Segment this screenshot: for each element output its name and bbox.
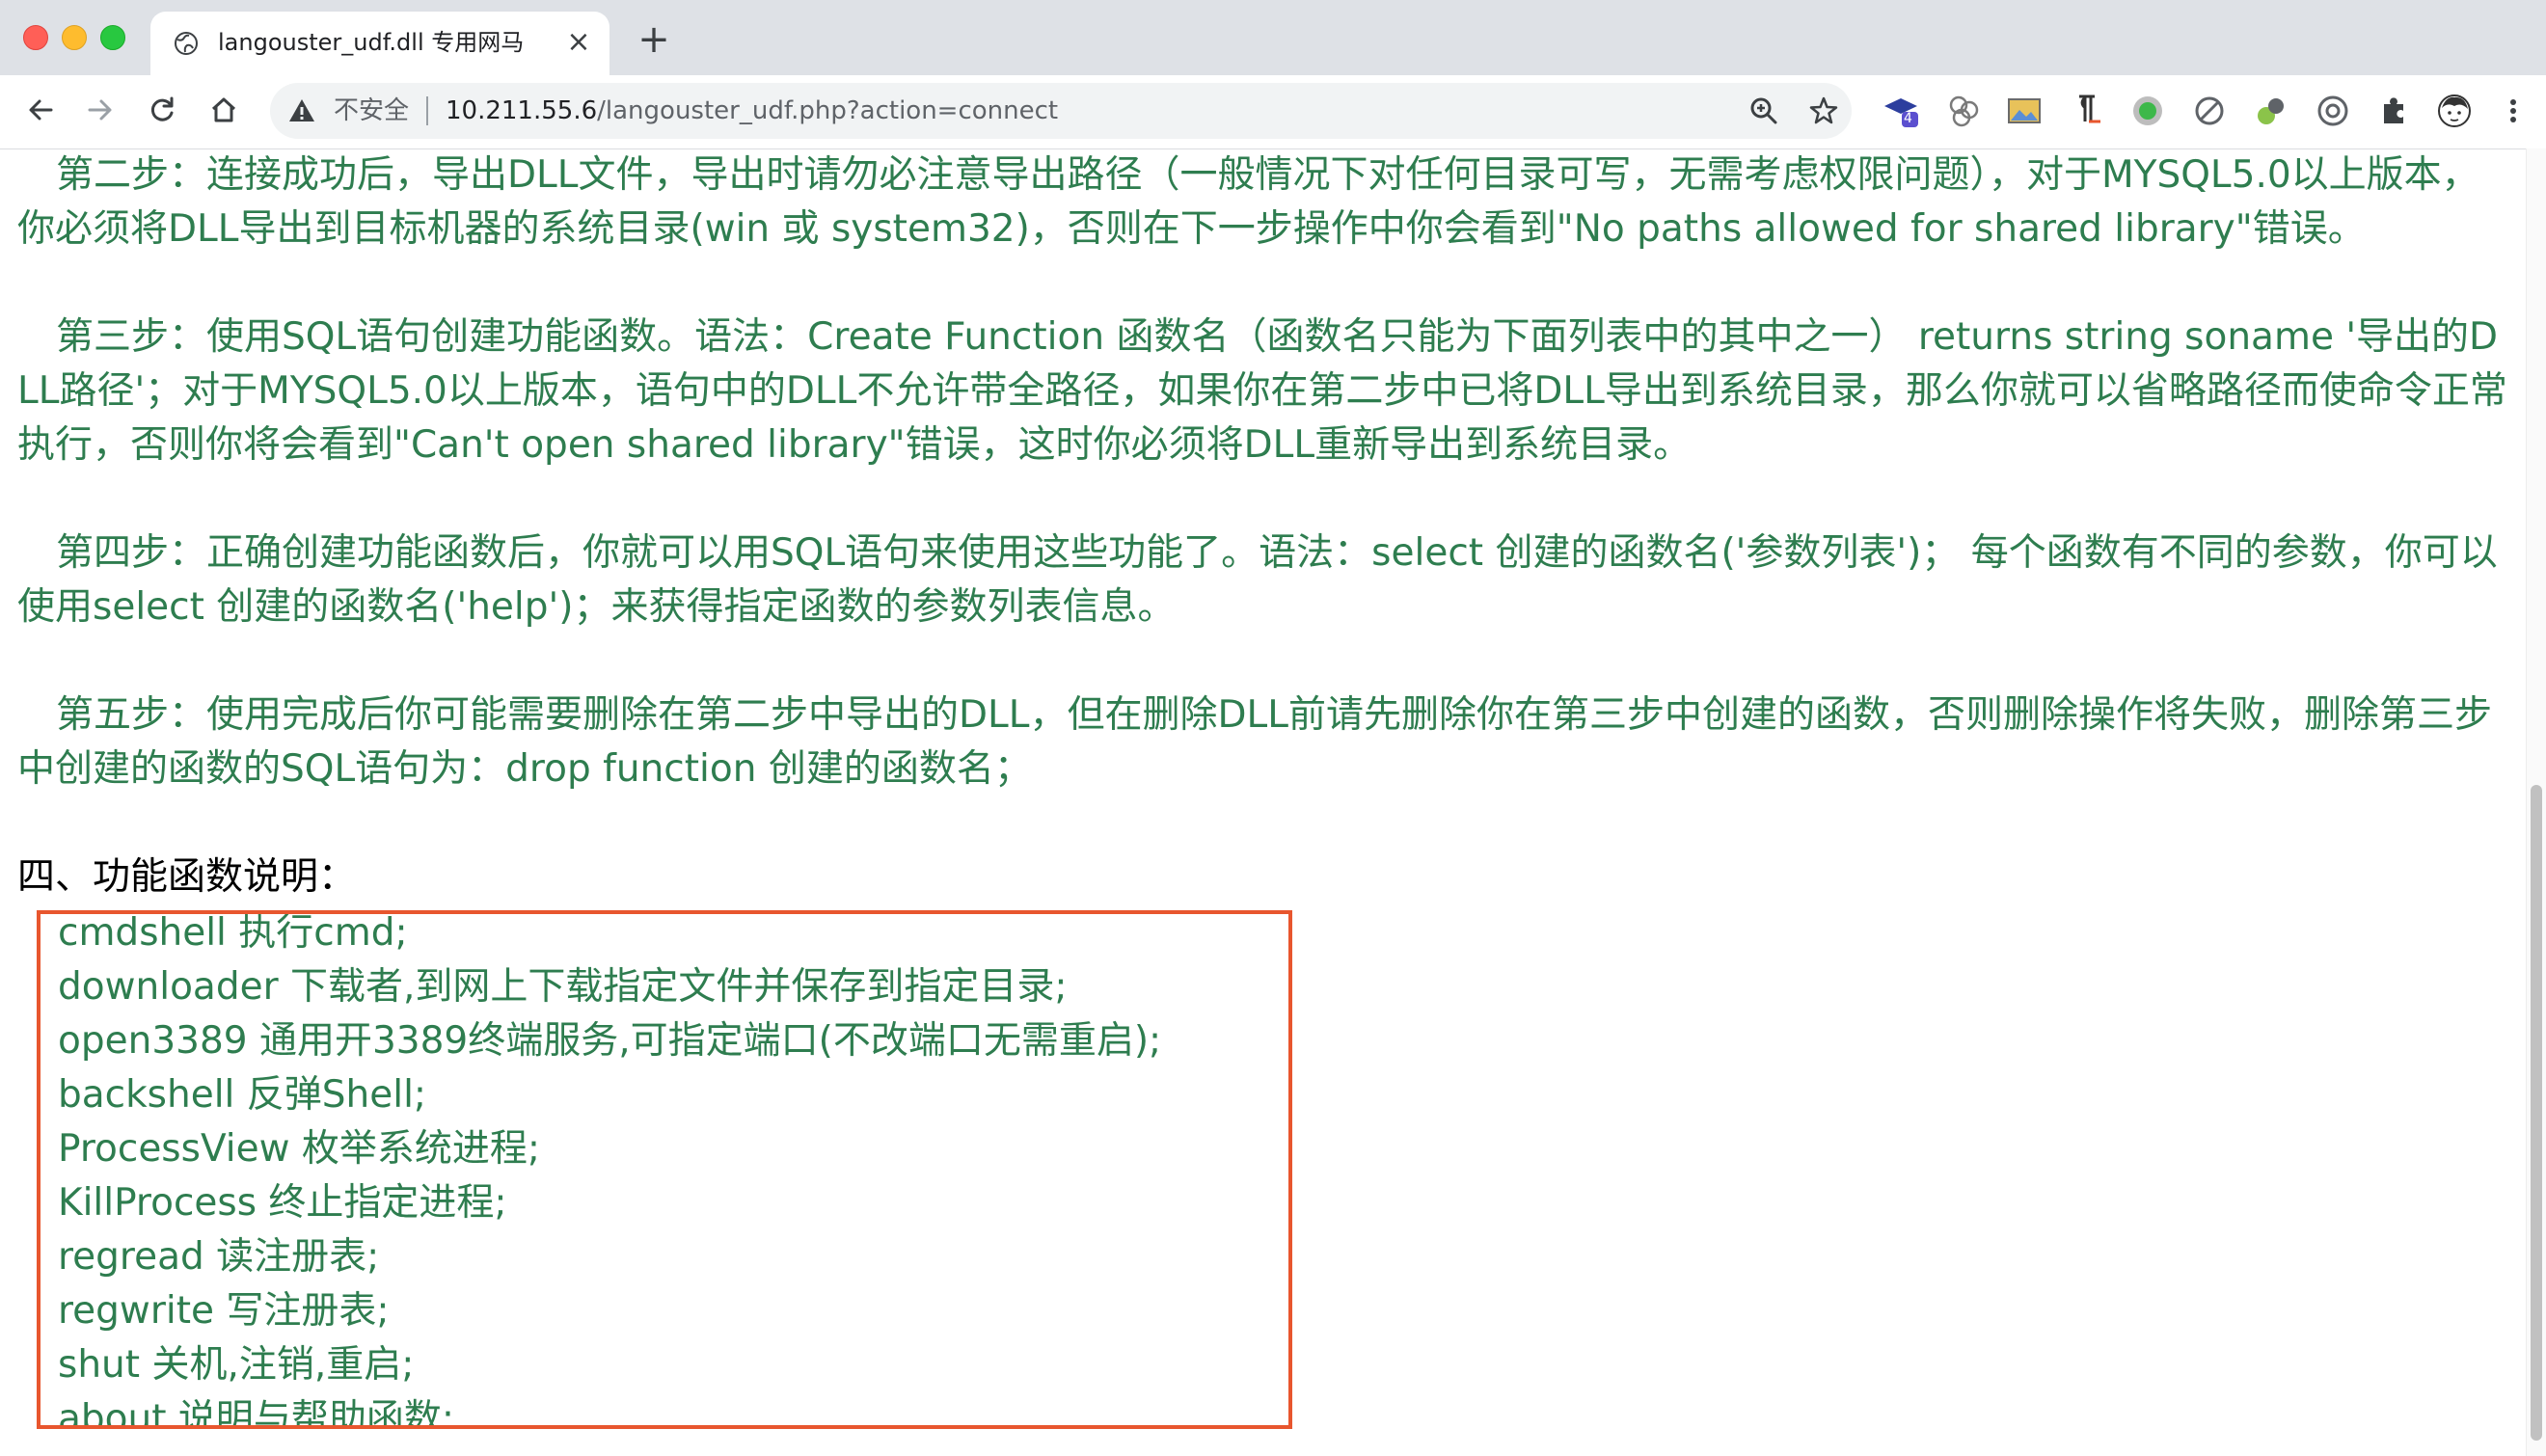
back-icon	[29, 99, 53, 121]
step4-text: 第四步：正确创建功能函数后，你就可以用SQL语句来使用这些功能了。语法：sele…	[17, 531, 2498, 629]
address-bar[interactable]: 不安全 10.211.55.6/langouster_udf.php?actio…	[270, 83, 1852, 139]
step2-paragraph: 第二步：连接成功后，导出DLL文件，导出时请勿必注意导出路径（一般情况下对任何目…	[17, 148, 2515, 256]
list-item: KillProcess 终止指定进程;	[58, 1181, 507, 1225]
step5-paragraph: 第五步：使用完成后你可能需要删除在第二步中导出的DLL，但在删除DLL前请先删除…	[17, 688, 2515, 796]
forward-button[interactable]	[79, 89, 122, 131]
globe-icon	[175, 32, 198, 55]
list-item: open3389 通用开3389终端服务,可指定端口(不改端口无需重启);	[58, 1019, 1162, 1063]
list-item: regread 读注册表;	[58, 1235, 380, 1279]
section-title: 四、功能函数说明：	[17, 855, 357, 899]
url-path: /langouster_udf.php?action=connect	[597, 96, 1059, 125]
address-separator	[426, 96, 428, 125]
close-window-button[interactable]	[23, 25, 48, 50]
star-icon[interactable]	[1807, 94, 1840, 127]
new-tab-button[interactable]: +	[636, 20, 671, 59]
image-extension-icon[interactable]	[2006, 93, 2043, 129]
maximize-window-button[interactable]	[100, 25, 125, 50]
url-text[interactable]: 10.211.55.6/langouster_udf.php?action=co…	[446, 94, 1058, 127]
at-sign-extension-icon[interactable]	[2315, 93, 2351, 129]
pilcrow-extension-icon[interactable]	[2068, 93, 2104, 129]
page-content: 第二步：连接成功后，导出DLL文件，导出时请勿必注意导出路径（一般情况下对任何目…	[0, 148, 2527, 1456]
list-item: downloader 下载者,到网上下载指定文件并保存到指定目录;	[58, 965, 1068, 1009]
tab-strip: langouster_udf.dll 专用网马 × +	[0, 0, 2546, 75]
step3-text: 第三步：使用SQL语句创建功能函数。语法：Create Function 函数名…	[17, 315, 2507, 467]
extension-badge: 4	[1904, 111, 1912, 126]
list-item: shut 关机,注销,重启;	[58, 1343, 415, 1387]
list-item: backshell 反弹Shell;	[58, 1073, 427, 1117]
list-item: ProcessView 枚举系统进程;	[58, 1127, 541, 1171]
warning-icon	[289, 99, 314, 121]
vertical-scrollbar[interactable]	[2526, 148, 2546, 1456]
list-item: regwrite 写注册表;	[58, 1289, 390, 1333]
reload-icon	[150, 96, 174, 121]
avatar[interactable]	[2436, 93, 2473, 129]
extensions-icon[interactable]	[2376, 93, 2413, 129]
list-item: about 说明与帮助函数;	[58, 1397, 455, 1429]
green-dot-extension-icon[interactable]	[2129, 93, 2166, 129]
function-list: cmdshell 执行cmd; downloader 下载者,到网上下载指定文件…	[58, 911, 1162, 1429]
scrollbar-thumb[interactable]	[2531, 785, 2542, 1441]
list-item: cmdshell 执行cmd;	[58, 911, 408, 955]
minimize-window-button[interactable]	[62, 25, 87, 50]
zoom-icon[interactable]	[1747, 94, 1780, 127]
cookie-extension-icon[interactable]	[2253, 93, 2289, 129]
block-extension-icon[interactable]	[2191, 93, 2228, 129]
reload-button[interactable]	[141, 89, 183, 131]
security-label[interactable]: 不安全	[334, 94, 409, 127]
url-host: 10.211.55.6	[446, 96, 598, 125]
tab-close-icon[interactable]: ×	[563, 27, 594, 58]
forward-icon	[88, 99, 112, 121]
home-button[interactable]	[203, 89, 245, 131]
back-button[interactable]	[19, 89, 62, 131]
tab-title: langouster_udf.dll 专用网马	[218, 29, 525, 56]
menu-icon[interactable]	[2500, 93, 2527, 129]
step4-paragraph: 第四步：正确创建功能函数后，你就可以用SQL语句来使用这些功能了。语法：sele…	[17, 526, 2515, 634]
step3-paragraph: 第三步：使用SQL语句创建功能函数。语法：Create Function 函数名…	[17, 310, 2515, 472]
circles-extension-icon[interactable]	[1946, 93, 1983, 129]
function-list-highlight-box: cmdshell 执行cmd; downloader 下载者,到网上下载指定文件…	[37, 910, 1292, 1429]
graduation-cap-extension-icon[interactable]: 4	[1882, 93, 1919, 129]
step2-text: 第二步：连接成功后，导出DLL文件，导出时请勿必注意导出路径（一般情况下对任何目…	[17, 153, 2479, 251]
step5-text: 第五步：使用完成后你可能需要删除在第二步中导出的DLL，但在删除DLL前请先删除…	[17, 693, 2492, 791]
home-icon	[211, 97, 236, 122]
active-tab[interactable]: langouster_udf.dll 专用网马 ×	[150, 12, 609, 75]
